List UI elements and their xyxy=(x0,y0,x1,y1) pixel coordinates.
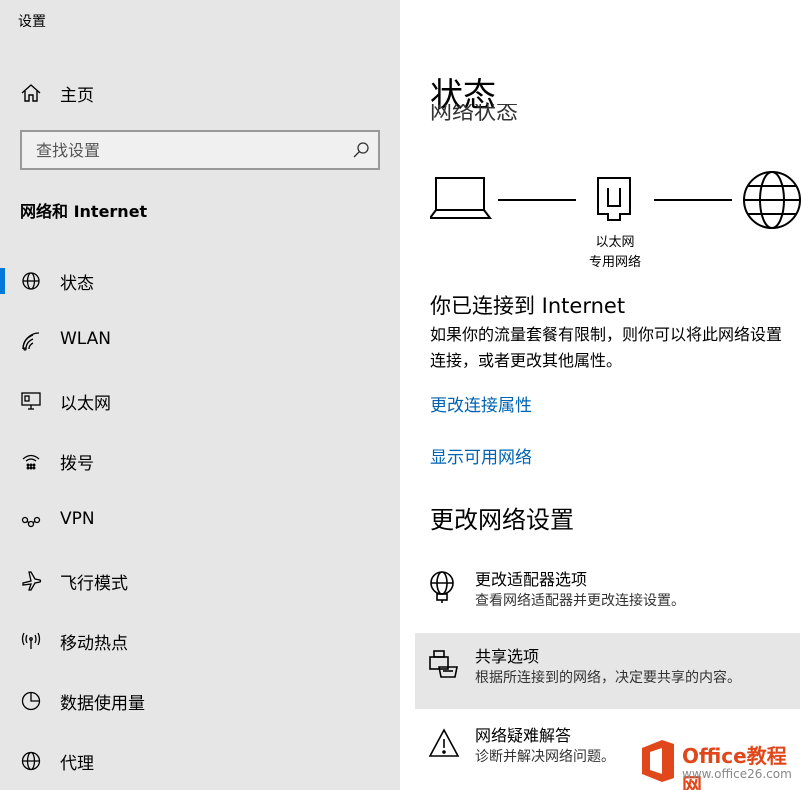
sidebar-item-dialup[interactable]: 拨号 xyxy=(0,436,400,486)
globe-status-icon xyxy=(20,270,42,292)
option-description: 查看网络适配器并更改连接设置。 xyxy=(475,593,685,609)
sharing-icon xyxy=(427,647,461,681)
laptop-icon xyxy=(430,177,492,219)
ethernet-icon xyxy=(597,177,631,221)
sidebar-item-label: 以太网 xyxy=(60,394,111,414)
sidebar-item-status[interactable]: 状态 xyxy=(0,256,400,306)
network-diagram-graphic xyxy=(430,171,801,229)
description-line-1: 如果你的流量套餐有限制，则你可以将此网络设置 xyxy=(430,325,783,344)
sidebar-item-label: 数据使用量 xyxy=(60,694,145,714)
search-box[interactable] xyxy=(20,130,380,170)
warning-icon xyxy=(427,726,461,760)
search-input[interactable] xyxy=(22,132,342,168)
option-change-adapter[interactable]: 更改适配器选项 查看网络适配器并更改连接设置。 xyxy=(415,556,800,632)
sidebar-item-airplane[interactable]: 飞行模式 xyxy=(0,556,400,606)
sidebar-item-label: 飞行模式 xyxy=(60,574,128,594)
show-available-networks-link[interactable]: 显示可用网络 xyxy=(430,443,532,468)
network-diagram: 以太网 专用网络 xyxy=(430,168,802,278)
globe-icon xyxy=(20,750,42,772)
sidebar-item-proxy[interactable]: 代理 xyxy=(0,736,400,786)
watermark-url: www.office26.com xyxy=(682,767,792,781)
search-icon[interactable] xyxy=(352,141,370,159)
option-description: 根据所连接到的网络，决定要共享的内容。 xyxy=(475,670,741,686)
ethernet-monitor-icon xyxy=(20,390,42,412)
network-status-heading-text: 网络状态 xyxy=(430,104,519,125)
hotspot-icon xyxy=(20,630,42,652)
connection-status-title: 你已连接到 Internet xyxy=(430,294,626,318)
network-type: 专用网络 xyxy=(588,255,641,270)
sidebar-item-label: 拨号 xyxy=(60,454,94,474)
wifi-icon xyxy=(20,330,42,352)
sidebar-item-wlan[interactable]: WLAN xyxy=(0,316,400,366)
sidebar-item-label: WLAN xyxy=(60,329,112,349)
section-title: 网络和 Internet xyxy=(20,202,148,221)
change-network-settings-heading: 更改网络设置 xyxy=(430,506,574,534)
sidebar-item-ethernet[interactable]: 以太网 xyxy=(0,376,400,426)
network-status-heading: 网络状态 xyxy=(430,104,518,126)
sidebar-home[interactable]: 主页 xyxy=(0,72,400,112)
option-title: 网络疑难解答 xyxy=(475,726,572,745)
sidebar-item-hotspot[interactable]: 移动热点 xyxy=(0,616,400,666)
internet-globe-icon xyxy=(743,171,801,229)
option-title: 共享选项 xyxy=(475,647,540,666)
dialup-icon xyxy=(20,450,42,472)
vpn-icon xyxy=(20,510,42,532)
pie-chart-icon xyxy=(20,690,42,712)
sidebar-item-label: 代理 xyxy=(60,754,94,774)
sidebar-item-label: 移动热点 xyxy=(60,634,128,654)
connection-status-description: 如果你的流量套餐有限制，则你可以将此网络设置 连接，或者更改其他属性。 xyxy=(430,322,802,374)
sidebar-item-label: VPN xyxy=(60,509,95,529)
option-sharing[interactable]: 共享选项 根据所连接到的网络，决定要共享的内容。 xyxy=(415,633,800,709)
airplane-icon xyxy=(20,570,42,592)
sidebar-item-data-usage[interactable]: 数据使用量 xyxy=(0,676,400,726)
home-icon xyxy=(20,82,42,104)
change-connection-properties-link[interactable]: 更改连接属性 xyxy=(430,391,532,416)
adapter-globe-icon xyxy=(427,570,461,604)
option-title: 更改适配器选项 xyxy=(475,570,588,589)
option-description: 诊断并解决网络问题。 xyxy=(475,749,615,765)
main-content: 状态 网络状态 以太网 专用网络 你已连接到 Internet 如果你的流量套餐… xyxy=(400,0,802,790)
sidebar-item-label: 状态 xyxy=(60,274,94,294)
watermark-title: Office教程网 xyxy=(682,744,787,790)
sidebar-home-label: 主页 xyxy=(60,86,94,106)
app-title: 设置 xyxy=(18,14,46,30)
sidebar-item-vpn[interactable]: VPN xyxy=(0,496,400,546)
description-line-2: 连接，或者更改其他属性。 xyxy=(430,351,623,370)
watermark: Office教程网 www.office26.com xyxy=(636,734,802,790)
office-logo-icon xyxy=(642,740,674,782)
sidebar: 设置 主页 网络和 Internet 状态 xyxy=(0,0,400,790)
network-name: 以太网 xyxy=(595,235,635,250)
